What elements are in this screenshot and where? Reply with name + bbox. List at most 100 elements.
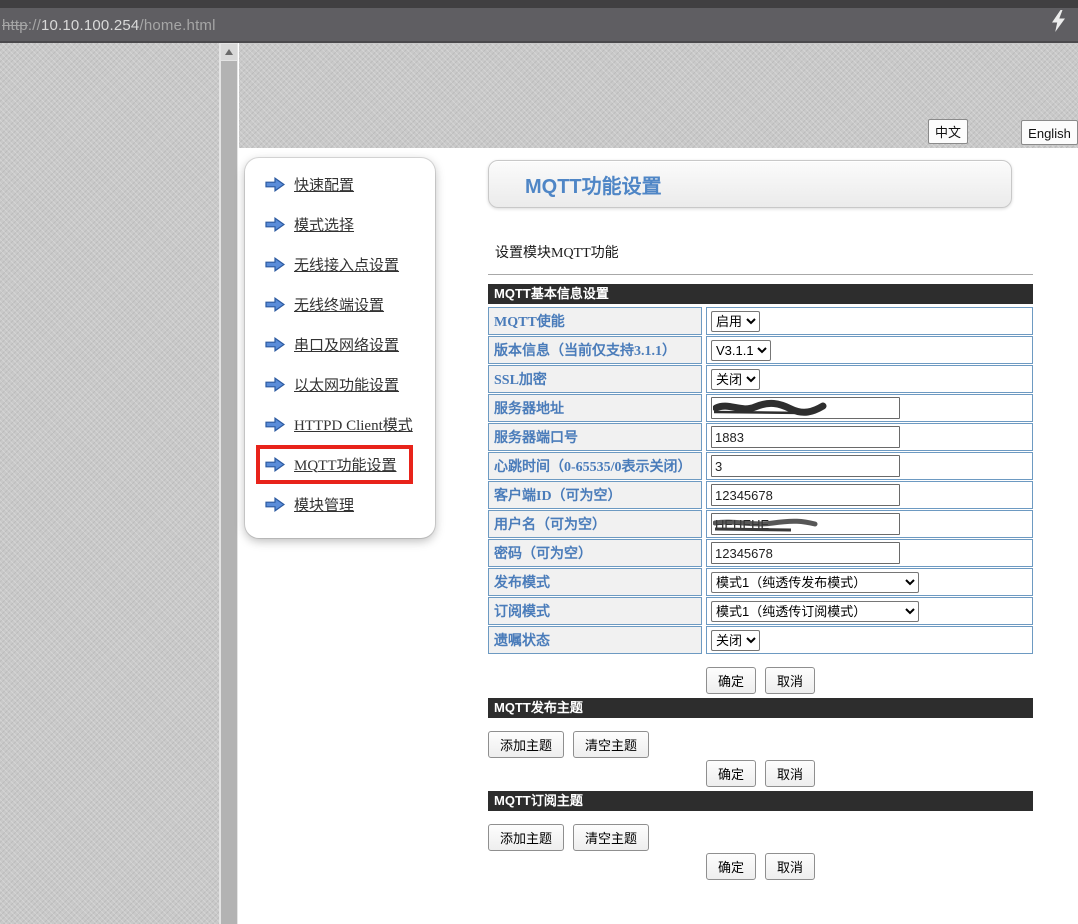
row-label: 遗嘱状态	[488, 626, 702, 654]
sidebar-item-wireless-sta[interactable]: 无线终端设置	[245, 284, 435, 324]
row-label: SSL加密	[488, 365, 702, 393]
row-value-cell	[706, 510, 1033, 538]
row-label: 客户端ID（可为空）	[488, 481, 702, 509]
table-row-ssl: SSL加密 关闭	[488, 365, 1033, 393]
language-english-button[interactable]: English	[1021, 120, 1078, 145]
row-value-cell: V3.1.1	[706, 336, 1033, 364]
empty-left-frame	[0, 43, 219, 924]
sidebar-item-label: 模块管理	[294, 494, 354, 515]
blue-arrow-icon	[265, 497, 285, 512]
row-label: 订阅模式	[488, 597, 702, 625]
table-row-will-state: 遗嘱状态 关闭	[488, 626, 1033, 654]
row-label: 服务器地址	[488, 394, 702, 422]
cancel-button[interactable]: 取消	[765, 760, 815, 787]
row-value-cell	[706, 394, 1033, 422]
table-row-mqtt-enable: MQTT使能 启用	[488, 307, 1033, 335]
row-label: 版本信息（当前仅支持3.1.1）	[488, 336, 702, 364]
sidebar-item-mode-select[interactable]: 模式选择	[245, 204, 435, 244]
page-title: MQTT功能设置	[525, 170, 662, 199]
table-row-username: 用户名（可为空）	[488, 510, 1033, 538]
sidebar-item-label: 无线接入点设置	[294, 254, 399, 275]
url-path: /home.html	[139, 17, 215, 34]
publish-topic-actions: 添加主题 清空主题	[488, 731, 1033, 758]
blue-arrow-icon	[265, 297, 285, 312]
subscribe-section-actions: 确定 取消	[488, 853, 1033, 880]
sidebar-item-label: 无线终端设置	[294, 294, 384, 315]
vertical-scrollbar[interactable]	[219, 43, 238, 924]
lightning-icon[interactable]	[1051, 10, 1066, 32]
table-row-password: 密码（可为空）	[488, 539, 1033, 567]
blue-arrow-icon	[265, 377, 285, 392]
row-value-cell	[706, 481, 1033, 509]
sidebar-menu: 快速配置 模式选择 无线接入点设置 无线终端设置 串口及网络设置 以太网功能设置…	[245, 158, 435, 538]
scroll-up-button[interactable]	[221, 44, 237, 60]
sidebar-item-httpd-client[interactable]: HTTPD Client模式	[245, 404, 435, 444]
server-address-input[interactable]	[711, 397, 900, 419]
sidebar-item-label: 以太网功能设置	[294, 374, 399, 395]
sidebar-item-serial-network[interactable]: 串口及网络设置	[245, 324, 435, 364]
table-row-heartbeat: 心跳时间（0-65535/0表示关闭）	[488, 452, 1033, 480]
row-value-cell: 关闭	[706, 626, 1033, 654]
heartbeat-input[interactable]	[711, 455, 900, 477]
ok-button[interactable]: 确定	[706, 853, 756, 880]
row-value-cell: 关闭	[706, 365, 1033, 393]
url-scheme: http	[2, 17, 28, 34]
row-label: 密码（可为空）	[488, 539, 702, 567]
sidebar-item-label: 串口及网络设置	[294, 334, 399, 355]
password-input[interactable]	[711, 542, 900, 564]
mqtt-enable-select[interactable]: 启用	[711, 311, 760, 332]
subscribe-mode-select[interactable]: 模式1（纯透传订阅模式）	[711, 601, 919, 622]
scrollbar-thumb[interactable]	[221, 61, 237, 924]
sidebar-item-wireless-ap[interactable]: 无线接入点设置	[245, 244, 435, 284]
server-port-input[interactable]	[711, 426, 900, 448]
clear-topic-button[interactable]: 清空主题	[573, 731, 649, 758]
address-bar[interactable]: http://10.10.100.254/home.html	[2, 17, 216, 34]
add-topic-button[interactable]: 添加主题	[488, 824, 564, 851]
sidebar-item-mqtt[interactable]: MQTT功能设置	[245, 444, 435, 484]
ok-button[interactable]: 确定	[706, 760, 756, 787]
section-header-subscribe: MQTT订阅主题	[488, 791, 1033, 811]
row-value-cell: 模式1（纯透传订阅模式）	[706, 597, 1033, 625]
page-title-box: MQTT功能设置	[488, 160, 1012, 208]
table-row-server-address: 服务器地址	[488, 394, 1033, 422]
blue-arrow-icon	[265, 457, 285, 472]
sidebar-item-quick-config[interactable]: 快速配置	[245, 164, 435, 204]
row-value-cell	[706, 423, 1033, 451]
version-select[interactable]: V3.1.1	[711, 340, 771, 361]
page-subtitle: 设置模块MQTT功能	[495, 242, 1033, 262]
subscribe-topic-actions: 添加主题 清空主题	[488, 824, 1033, 851]
add-topic-button[interactable]: 添加主题	[488, 731, 564, 758]
client-id-input[interactable]	[711, 484, 900, 506]
publish-section-actions: 确定 取消	[488, 760, 1033, 787]
blue-arrow-icon	[265, 257, 285, 272]
row-value-cell	[706, 452, 1033, 480]
sidebar-item-module-manage[interactable]: 模块管理	[245, 484, 435, 524]
row-label: 服务器端口号	[488, 423, 702, 451]
cancel-button[interactable]: 取消	[765, 853, 815, 880]
ssl-select[interactable]: 关闭	[711, 369, 760, 390]
basic-section-actions: 确定 取消	[488, 667, 1033, 694]
row-label: MQTT使能	[488, 307, 702, 335]
publish-mode-select[interactable]: 模式1（纯透传发布模式）	[711, 572, 919, 593]
sidebar-item-label: MQTT功能设置	[294, 454, 397, 475]
clear-topic-button[interactable]: 清空主题	[573, 824, 649, 851]
row-label: 发布模式	[488, 568, 702, 596]
ok-button[interactable]: 确定	[706, 667, 756, 694]
table-row-client-id: 客户端ID（可为空）	[488, 481, 1033, 509]
row-label: 用户名（可为空）	[488, 510, 702, 538]
url-separator: ://	[28, 17, 41, 34]
username-input[interactable]	[711, 513, 900, 535]
sidebar-item-ethernet[interactable]: 以太网功能设置	[245, 364, 435, 404]
row-value-cell: 启用	[706, 307, 1033, 335]
row-value-cell: 模式1（纯透传发布模式）	[706, 568, 1033, 596]
table-row-subscribe-mode: 订阅模式 模式1（纯透传订阅模式）	[488, 597, 1033, 625]
browser-top-bar: http://10.10.100.254/home.html	[0, 0, 1078, 43]
divider	[488, 274, 1033, 275]
table-row-publish-mode: 发布模式 模式1（纯透传发布模式）	[488, 568, 1033, 596]
language-chinese-button[interactable]: 中文	[928, 119, 968, 144]
will-state-select[interactable]: 关闭	[711, 630, 760, 651]
sidebar-item-label: HTTPD Client模式	[294, 414, 413, 435]
url-host: 10.10.100.254	[41, 17, 140, 34]
row-value-cell	[706, 539, 1033, 567]
cancel-button[interactable]: 取消	[765, 667, 815, 694]
